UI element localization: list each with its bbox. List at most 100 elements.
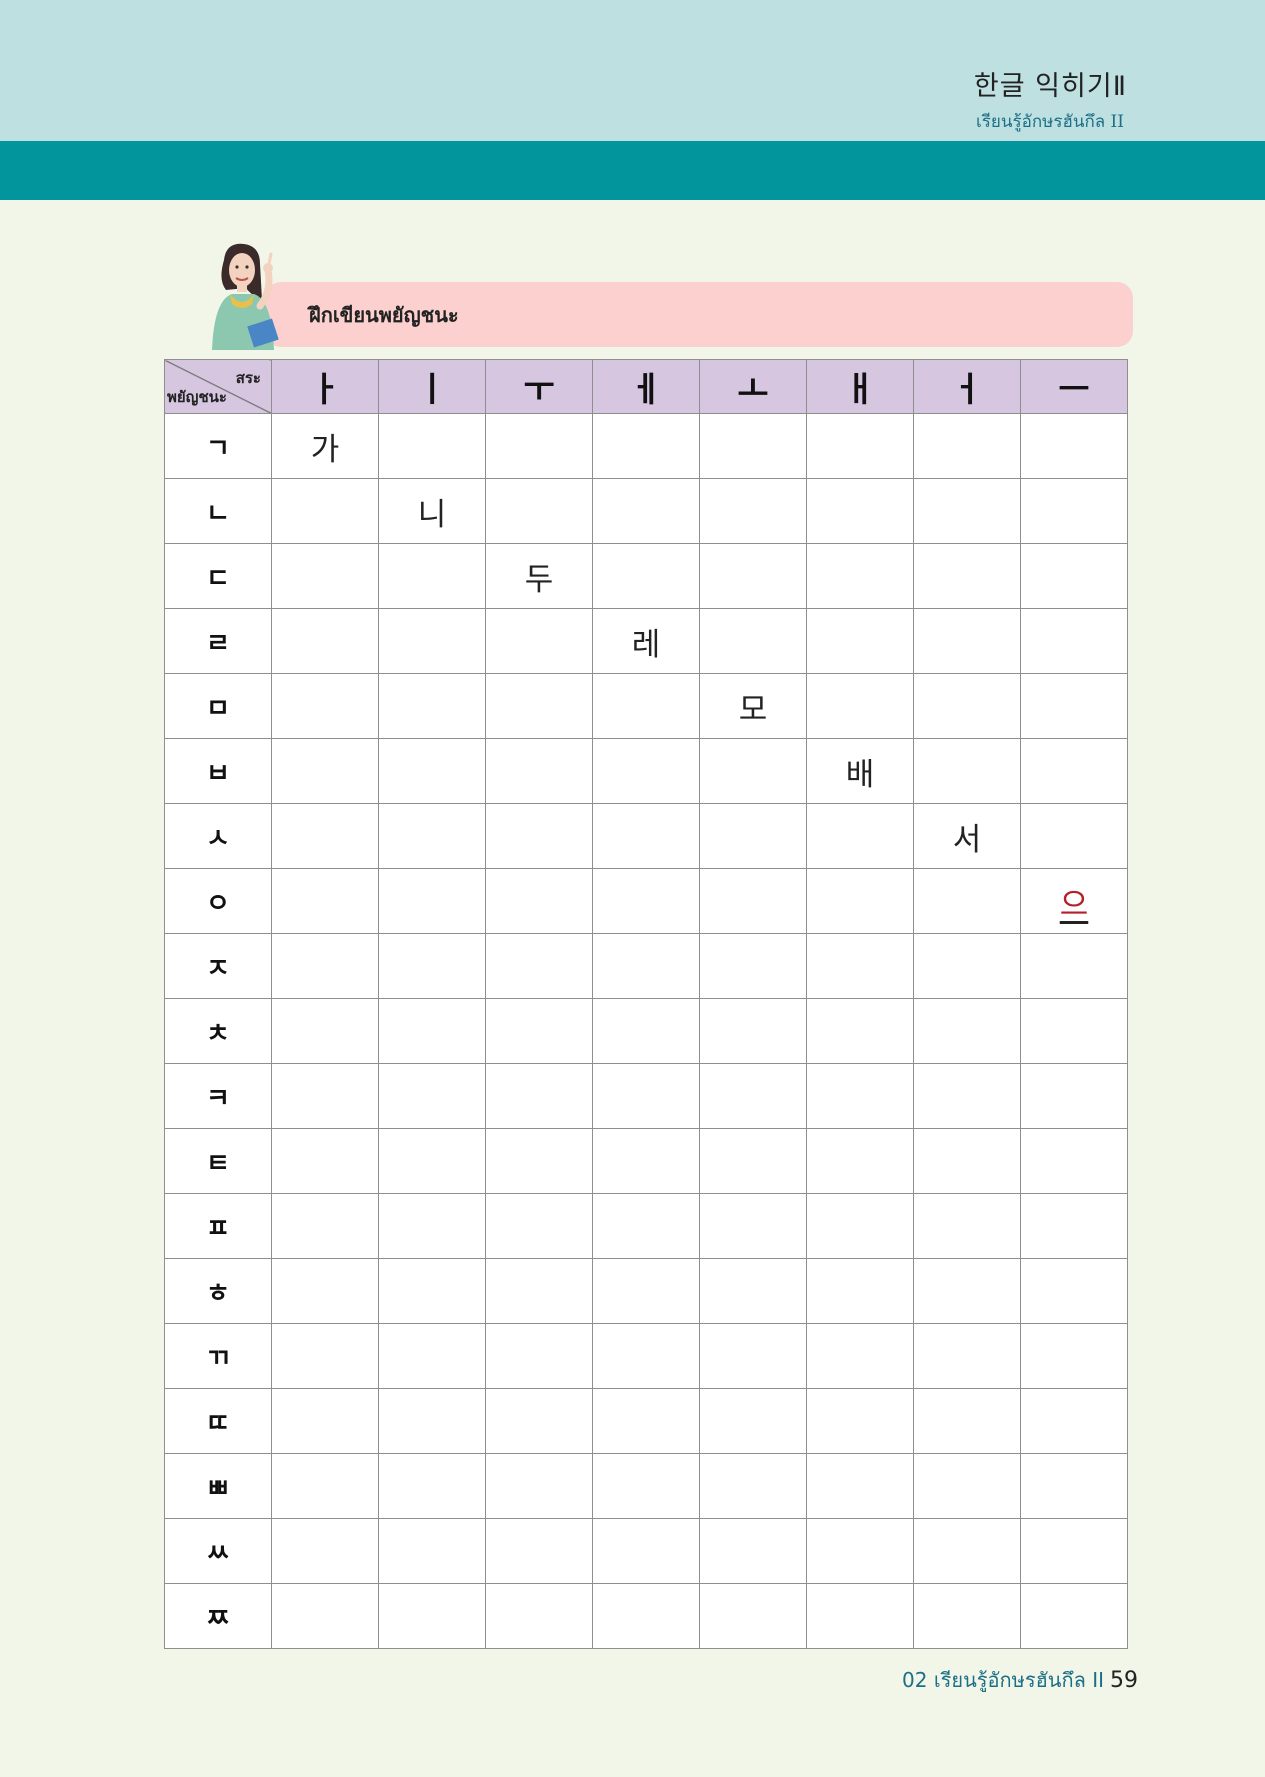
practice-cell[interactable] [913,738,1021,804]
practice-cell[interactable] [592,673,700,739]
practice-cell[interactable] [271,803,379,869]
practice-cell[interactable] [1020,1388,1128,1454]
practice-cell[interactable] [913,933,1021,999]
practice-cell[interactable] [378,933,486,999]
practice-cell[interactable] [699,868,807,934]
practice-cell[interactable] [378,1518,486,1584]
practice-cell[interactable] [699,1453,807,1519]
practice-cell[interactable] [592,478,700,544]
practice-cell[interactable]: 으 [1020,868,1128,934]
practice-cell[interactable] [485,933,593,999]
practice-cell[interactable] [485,1258,593,1324]
practice-cell[interactable] [806,803,914,869]
practice-cell[interactable] [699,1128,807,1194]
practice-cell[interactable] [699,933,807,999]
practice-cell[interactable] [806,868,914,934]
practice-cell[interactable] [485,1583,593,1649]
practice-cell[interactable] [378,1453,486,1519]
practice-cell[interactable] [806,1193,914,1259]
practice-cell[interactable] [913,1128,1021,1194]
practice-cell[interactable] [1020,608,1128,674]
practice-cell[interactable] [485,1193,593,1259]
practice-cell[interactable] [1020,738,1128,804]
practice-cell[interactable] [806,1388,914,1454]
practice-cell[interactable] [271,478,379,544]
practice-cell[interactable] [271,868,379,934]
practice-cell[interactable] [485,998,593,1064]
practice-cell[interactable] [378,673,486,739]
practice-cell[interactable] [699,1388,807,1454]
practice-cell[interactable] [485,478,593,544]
practice-cell[interactable] [699,1193,807,1259]
practice-cell[interactable] [592,1323,700,1389]
practice-cell[interactable] [592,413,700,479]
practice-cell[interactable] [913,1518,1021,1584]
practice-cell[interactable] [806,1453,914,1519]
practice-cell[interactable] [485,1453,593,1519]
practice-cell[interactable] [485,413,593,479]
practice-cell[interactable] [806,413,914,479]
practice-cell[interactable] [271,673,379,739]
practice-cell[interactable] [913,1063,1021,1129]
practice-cell[interactable] [806,608,914,674]
practice-cell[interactable] [271,1583,379,1649]
practice-cell[interactable] [485,673,593,739]
practice-cell[interactable] [378,738,486,804]
practice-cell[interactable]: 서 [913,803,1021,869]
practice-cell[interactable] [1020,1193,1128,1259]
practice-cell[interactable] [699,608,807,674]
practice-cell[interactable] [271,1063,379,1129]
practice-cell[interactable] [271,543,379,609]
practice-cell[interactable] [1020,478,1128,544]
practice-cell[interactable] [592,1388,700,1454]
practice-cell[interactable] [806,1063,914,1129]
practice-cell[interactable] [378,1193,486,1259]
practice-cell[interactable] [699,1518,807,1584]
practice-cell[interactable] [592,1193,700,1259]
practice-cell[interactable] [806,998,914,1064]
practice-cell[interactable] [271,1323,379,1389]
practice-cell[interactable] [485,1063,593,1129]
practice-cell[interactable] [699,1583,807,1649]
practice-cell[interactable] [592,803,700,869]
practice-cell[interactable] [913,673,1021,739]
practice-cell[interactable]: 모 [699,673,807,739]
practice-cell[interactable]: 두 [485,543,593,609]
practice-cell[interactable] [592,868,700,934]
practice-cell[interactable] [806,478,914,544]
practice-cell[interactable] [806,1128,914,1194]
practice-cell[interactable] [1020,933,1128,999]
practice-cell[interactable] [913,543,1021,609]
practice-cell[interactable] [271,933,379,999]
practice-cell[interactable] [592,1518,700,1584]
practice-cell[interactable] [913,1193,1021,1259]
practice-cell[interactable] [913,1388,1021,1454]
practice-cell[interactable] [1020,1453,1128,1519]
practice-cell[interactable] [699,1063,807,1129]
practice-cell[interactable] [806,543,914,609]
practice-cell[interactable] [913,1453,1021,1519]
practice-cell[interactable] [378,803,486,869]
practice-cell[interactable] [913,413,1021,479]
practice-cell[interactable] [1020,413,1128,479]
practice-cell[interactable] [913,608,1021,674]
practice-cell[interactable] [378,1323,486,1389]
practice-cell[interactable] [1020,803,1128,869]
practice-cell[interactable] [271,1258,379,1324]
practice-cell[interactable] [1020,1063,1128,1129]
practice-cell[interactable] [378,413,486,479]
practice-cell[interactable] [913,998,1021,1064]
practice-cell[interactable] [485,1323,593,1389]
practice-cell[interactable] [699,478,807,544]
practice-cell[interactable] [1020,673,1128,739]
practice-cell[interactable] [271,1453,379,1519]
practice-cell[interactable] [806,933,914,999]
practice-cell[interactable] [378,1583,486,1649]
practice-cell[interactable] [699,1323,807,1389]
practice-cell[interactable] [271,1193,379,1259]
practice-cell[interactable] [378,608,486,674]
practice-cell[interactable] [592,1063,700,1129]
practice-cell[interactable] [592,1453,700,1519]
practice-cell[interactable] [592,1258,700,1324]
practice-cell[interactable] [592,933,700,999]
